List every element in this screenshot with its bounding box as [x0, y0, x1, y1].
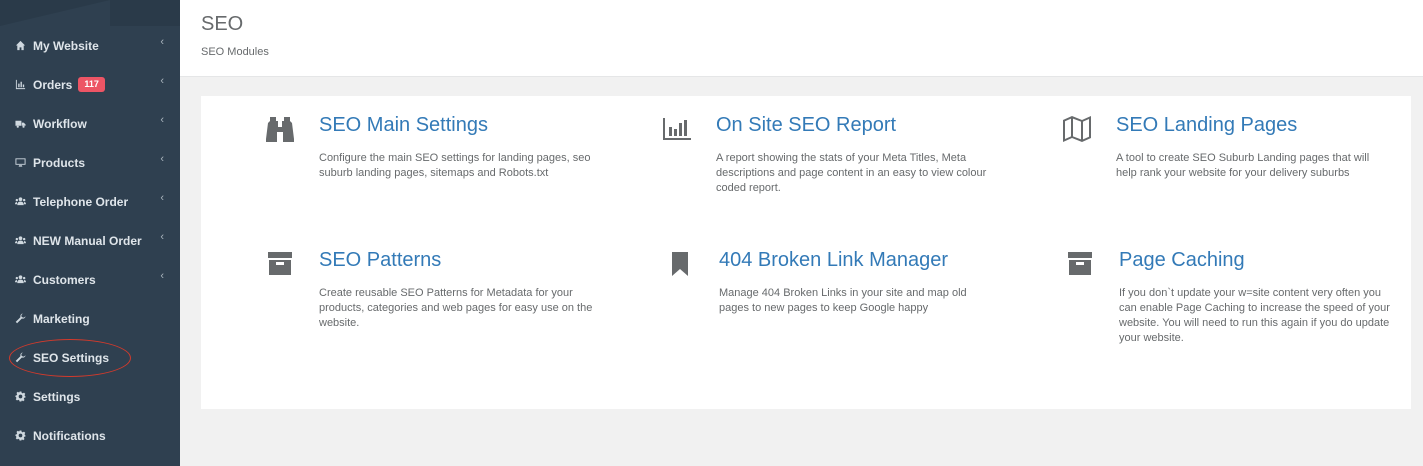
module-description: Configure the main SEO settings for land… [319, 152, 591, 179]
chevron-left-icon: ‹ [160, 270, 164, 282]
users-icon [14, 196, 26, 208]
monitor-icon [14, 157, 26, 169]
seo-landing-pages-link[interactable]: SEO Landing Pages [1116, 114, 1297, 137]
chevron-left-icon: ‹ [160, 114, 164, 126]
wrench-icon [14, 352, 26, 364]
sidebar-item-marketing[interactable]: Marketing [0, 299, 180, 338]
bar-chart-icon [14, 79, 26, 91]
sidebar-item-label: Telephone Order [33, 194, 129, 209]
gear-icon [14, 430, 26, 442]
sidebar-item-label: My Website [33, 38, 99, 53]
page-header: SEO SEO Modules [180, 0, 1423, 77]
sidebar-item-telephone-order[interactable]: Telephone Order ‹ [0, 182, 180, 221]
sidebar-item-label: Marketing [33, 311, 90, 326]
archive-icon [1065, 249, 1095, 279]
sidebar-item-label: Customers [33, 272, 96, 287]
breadcrumb: SEO Modules [201, 46, 269, 58]
chevron-left-icon: ‹ [160, 192, 164, 204]
chevron-left-icon: ‹ [160, 36, 164, 48]
truck-icon [14, 118, 26, 130]
sidebar-nav: My Website ‹ Orders 117 ‹ Workflow ‹ Pro… [0, 26, 180, 455]
module-description: A report showing the stats of your Meta … [716, 152, 987, 194]
sidebar-item-my-website[interactable]: My Website ‹ [0, 26, 180, 65]
seo-patterns-link[interactable]: SEO Patterns [319, 249, 441, 272]
home-icon [14, 40, 26, 52]
seo-main-settings-link[interactable]: SEO Main Settings [319, 114, 488, 137]
sidebar-item-seo-settings[interactable]: SEO Settings [0, 338, 180, 377]
wrench-icon [14, 313, 26, 325]
sidebar-item-customers[interactable]: Customers ‹ [0, 260, 180, 299]
users-icon [14, 235, 26, 247]
users-icon [14, 274, 26, 286]
sidebar-item-workflow[interactable]: Workflow ‹ [0, 104, 180, 143]
chevron-left-icon: ‹ [160, 75, 164, 87]
sidebar-item-label: NEW Manual Order [33, 233, 142, 248]
sidebar-item-label: Products [33, 155, 86, 170]
sidebar-item-products[interactable]: Products ‹ [0, 143, 180, 182]
gear-icon [14, 391, 26, 403]
chevron-left-icon: ‹ [160, 231, 164, 243]
binoculars-icon [265, 114, 295, 144]
bar-chart-icon [662, 114, 692, 144]
sidebar-item-new-manual-order[interactable]: NEW Manual Order ‹ [0, 221, 180, 260]
module-description: A tool to create SEO Suburb Landing page… [1116, 152, 1370, 179]
sidebar-item-label: Notifications [33, 428, 106, 443]
chevron-left-icon: ‹ [160, 153, 164, 165]
module-description: Manage 404 Broken Links in your site and… [719, 287, 967, 314]
map-icon [1062, 114, 1092, 144]
module-description: If you don`t update your w=site content … [1119, 287, 1390, 344]
404-broken-link-manager-link[interactable]: 404 Broken Link Manager [719, 249, 948, 272]
page-title: SEO [201, 13, 244, 35]
sidebar-item-label: Orders [33, 77, 73, 92]
on-site-seo-report-link[interactable]: On Site SEO Report [716, 114, 896, 137]
bookmark-icon [665, 249, 695, 279]
sidebar-item-label: SEO Settings [33, 350, 110, 365]
sidebar-item-notifications[interactable]: Notifications [0, 416, 180, 455]
sidebar-top-bar [0, 0, 180, 26]
orders-count-badge: 117 [78, 77, 105, 92]
sidebar: My Website ‹ Orders 117 ‹ Workflow ‹ Pro… [0, 0, 180, 466]
sidebar-item-label: Workflow [33, 116, 87, 131]
archive-icon [265, 249, 295, 279]
sidebar-item-label: Settings [33, 389, 81, 404]
module-description: Create reusable SEO Patterns for Metadat… [319, 287, 593, 329]
page-caching-link[interactable]: Page Caching [1119, 249, 1245, 272]
sidebar-item-settings[interactable]: Settings [0, 377, 180, 416]
sidebar-item-orders[interactable]: Orders 117 ‹ [0, 65, 180, 104]
sidebar-top-decoration [0, 0, 110, 26]
seo-modules-panel: SEO Main Settings Configure the main SEO… [201, 96, 1411, 409]
